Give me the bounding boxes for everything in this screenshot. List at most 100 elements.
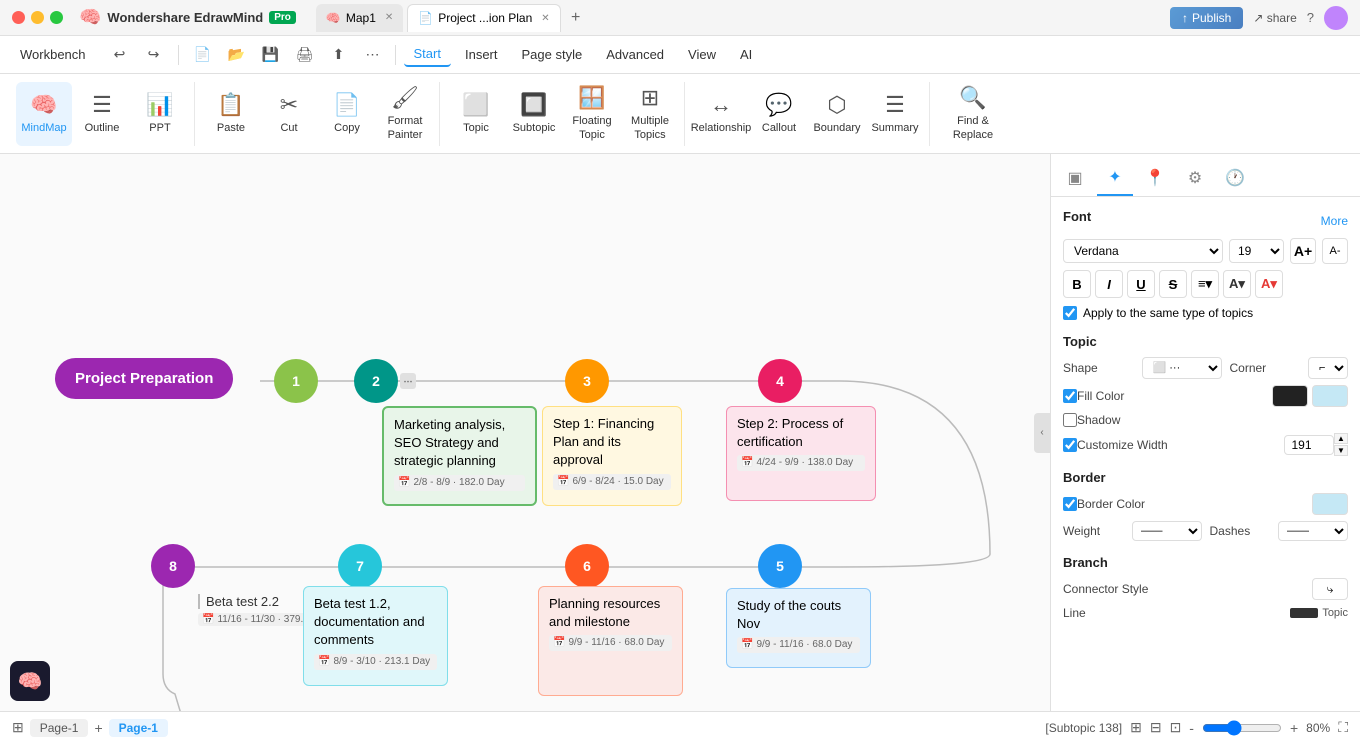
node-4[interactable]: 4 <box>758 359 802 403</box>
topic-box-5[interactable]: Study of the couts Nov 📅 9/9 - 11/16 · 6… <box>726 588 871 668</box>
corner-select[interactable]: ⌐ <box>1308 357 1348 379</box>
share-button[interactable]: ↗ share <box>1253 11 1296 25</box>
dashes-select[interactable]: —— <box>1278 521 1348 541</box>
zoom-in-button[interactable]: + <box>1290 720 1298 736</box>
cut-button[interactable]: ✂ Cut <box>261 82 317 146</box>
save-button[interactable]: 💾 <box>257 41 285 69</box>
topic-box-7[interactable]: Beta test 1.2, documentation and comment… <box>303 586 448 686</box>
weight-select[interactable]: —— <box>1132 521 1202 541</box>
italic-button[interactable]: I <box>1095 270 1123 298</box>
fullscreen-button[interactable]: ⛶ <box>1338 719 1348 736</box>
floating-topic-button[interactable]: 🪟 Floating Topic <box>564 82 620 146</box>
tab-project[interactable]: 📄 Project ...ion Plan ✕ <box>407 4 560 32</box>
more-actions-button[interactable]: ⋯ <box>359 41 387 69</box>
open-button[interactable]: 📂 <box>223 41 251 69</box>
menu-advanced[interactable]: Advanced <box>596 43 674 66</box>
outline-button[interactable]: ☰ Outline <box>74 82 130 146</box>
close-button[interactable] <box>12 11 25 24</box>
bold-button[interactable]: B <box>1063 270 1091 298</box>
menu-ai[interactable]: AI <box>730 43 762 66</box>
tab-map1-close[interactable]: ✕ <box>385 12 393 23</box>
tab-map1[interactable]: 🧠 Map1 ✕ <box>316 4 403 32</box>
strikethrough-button[interactable]: S <box>1159 270 1187 298</box>
line-color-swatch[interactable] <box>1290 608 1318 618</box>
menu-start[interactable]: Start <box>404 42 451 67</box>
width-down-button[interactable]: ▼ <box>1334 445 1348 456</box>
panel-tab-ai[interactable]: ✦ <box>1097 160 1133 196</box>
node-7[interactable]: 7 <box>338 544 382 588</box>
font-decrease-button[interactable]: A- <box>1322 238 1348 264</box>
topic-box-3[interactable]: Step 1: Financing Plan and its approval … <box>542 406 682 506</box>
node-1[interactable]: 1 <box>274 359 318 403</box>
node-6[interactable]: 6 <box>565 544 609 588</box>
workbench-button[interactable]: Workbench <box>10 43 96 66</box>
topic-box-4[interactable]: Step 2: Process of certification 📅 4/24 … <box>726 406 876 501</box>
status-icon-3[interactable]: ⊡ <box>1170 719 1182 736</box>
panel-collapse-button[interactable]: ‹ <box>1034 413 1050 453</box>
add-page-button[interactable]: + <box>94 720 102 736</box>
format-painter-button[interactable]: 🖌 Format Painter <box>377 82 433 146</box>
node-5[interactable]: 5 <box>758 544 802 588</box>
align-button[interactable]: ≡▾ <box>1191 270 1219 298</box>
width-input[interactable] <box>1284 435 1334 455</box>
highlight-button[interactable]: A▾ <box>1255 270 1283 298</box>
font-size-select[interactable]: 19 <box>1229 239 1284 263</box>
panel-tab-clock[interactable]: 🕐 <box>1217 160 1253 196</box>
fill-color-swatch-dark[interactable] <box>1272 385 1308 407</box>
fill-color-swatch-light[interactable] <box>1312 385 1348 407</box>
topic-box-2[interactable]: Marketing analysis, SEO Strategy and str… <box>382 406 537 506</box>
font-increase-button[interactable]: A+ <box>1290 238 1316 264</box>
zoom-out-button[interactable]: - <box>1189 720 1194 736</box>
new-button[interactable]: 📄 <box>189 41 217 69</box>
connector-style-button[interactable]: ⤷ <box>1312 578 1348 600</box>
node-2-more[interactable]: ⋯ <box>400 373 416 389</box>
node-8[interactable]: 8 <box>151 544 195 588</box>
page-tab-1[interactable]: Page-1 <box>30 719 89 737</box>
menu-view[interactable]: View <box>678 43 726 66</box>
page-tab-1-active[interactable]: Page-1 <box>109 719 168 737</box>
mindmap-button[interactable]: 🧠 MindMap <box>16 82 72 146</box>
summary-button[interactable]: ☰ Summary <box>867 82 923 146</box>
node-3[interactable]: 3 <box>565 359 609 403</box>
canvas[interactable]: Project Preparation 1 2 ⋯ 3 4 8 7 6 5 <box>0 154 1050 711</box>
customize-width-checkbox[interactable] <box>1063 438 1077 452</box>
status-icon-2[interactable]: ⊟ <box>1150 719 1162 736</box>
panel-tab-location[interactable]: 📍 <box>1137 160 1173 196</box>
menu-insert[interactable]: Insert <box>455 43 508 66</box>
find-replace-button[interactable]: 🔍 Find & Replace <box>938 82 1008 146</box>
topic-box-6[interactable]: Planning resources and milestone 📅 9/9 -… <box>538 586 683 696</box>
topic-button[interactable]: ⬜ Topic <box>448 82 504 146</box>
tab-project-close[interactable]: ✕ <box>541 13 549 24</box>
panel-tab-style[interactable]: ▣ <box>1057 160 1093 196</box>
relationship-button[interactable]: ↔ Relationship <box>693 82 749 146</box>
new-tab-button[interactable]: + <box>565 7 587 29</box>
undo2-button[interactable]: ↪ <box>140 41 168 69</box>
multiple-topics-button[interactable]: ⊞ Multiple Topics <box>622 82 678 146</box>
callout-button[interactable]: 💬 Callout <box>751 82 807 146</box>
user-avatar[interactable] <box>1324 6 1348 30</box>
font-color-button[interactable]: A▾ <box>1223 270 1251 298</box>
layout-icon[interactable]: ⊞ <box>12 719 24 736</box>
maximize-button[interactable] <box>50 11 63 24</box>
apply-same-type-checkbox[interactable] <box>1063 306 1077 320</box>
underline-button[interactable]: U <box>1127 270 1155 298</box>
font-family-select[interactable]: Verdana <box>1063 239 1223 263</box>
undo-button[interactable]: ↩ <box>106 41 134 69</box>
border-color-swatch[interactable] <box>1312 493 1348 515</box>
zoom-slider[interactable] <box>1202 720 1282 736</box>
export-button[interactable]: ⬆ <box>325 41 353 69</box>
subtopic-button[interactable]: 🔲 Subtopic <box>506 82 562 146</box>
publish-button[interactable]: ↑ Publish <box>1170 7 1243 29</box>
font-more-link[interactable]: More <box>1321 214 1348 228</box>
fill-color-checkbox[interactable] <box>1063 389 1077 403</box>
help-button[interactable]: ? <box>1307 10 1314 25</box>
node-2[interactable]: 2 ⋯ <box>354 359 398 403</box>
paste-button[interactable]: 📋 Paste <box>203 82 259 146</box>
border-color-checkbox[interactable] <box>1063 497 1077 511</box>
menu-pagestyle[interactable]: Page style <box>512 43 593 66</box>
boundary-button[interactable]: ⬡ Boundary <box>809 82 865 146</box>
shadow-checkbox[interactable] <box>1063 413 1077 427</box>
ppt-button[interactable]: 📊 PPT <box>132 82 188 146</box>
status-icon-1[interactable]: ⊞ <box>1130 719 1142 736</box>
print-button[interactable]: 🖨 <box>291 41 319 69</box>
